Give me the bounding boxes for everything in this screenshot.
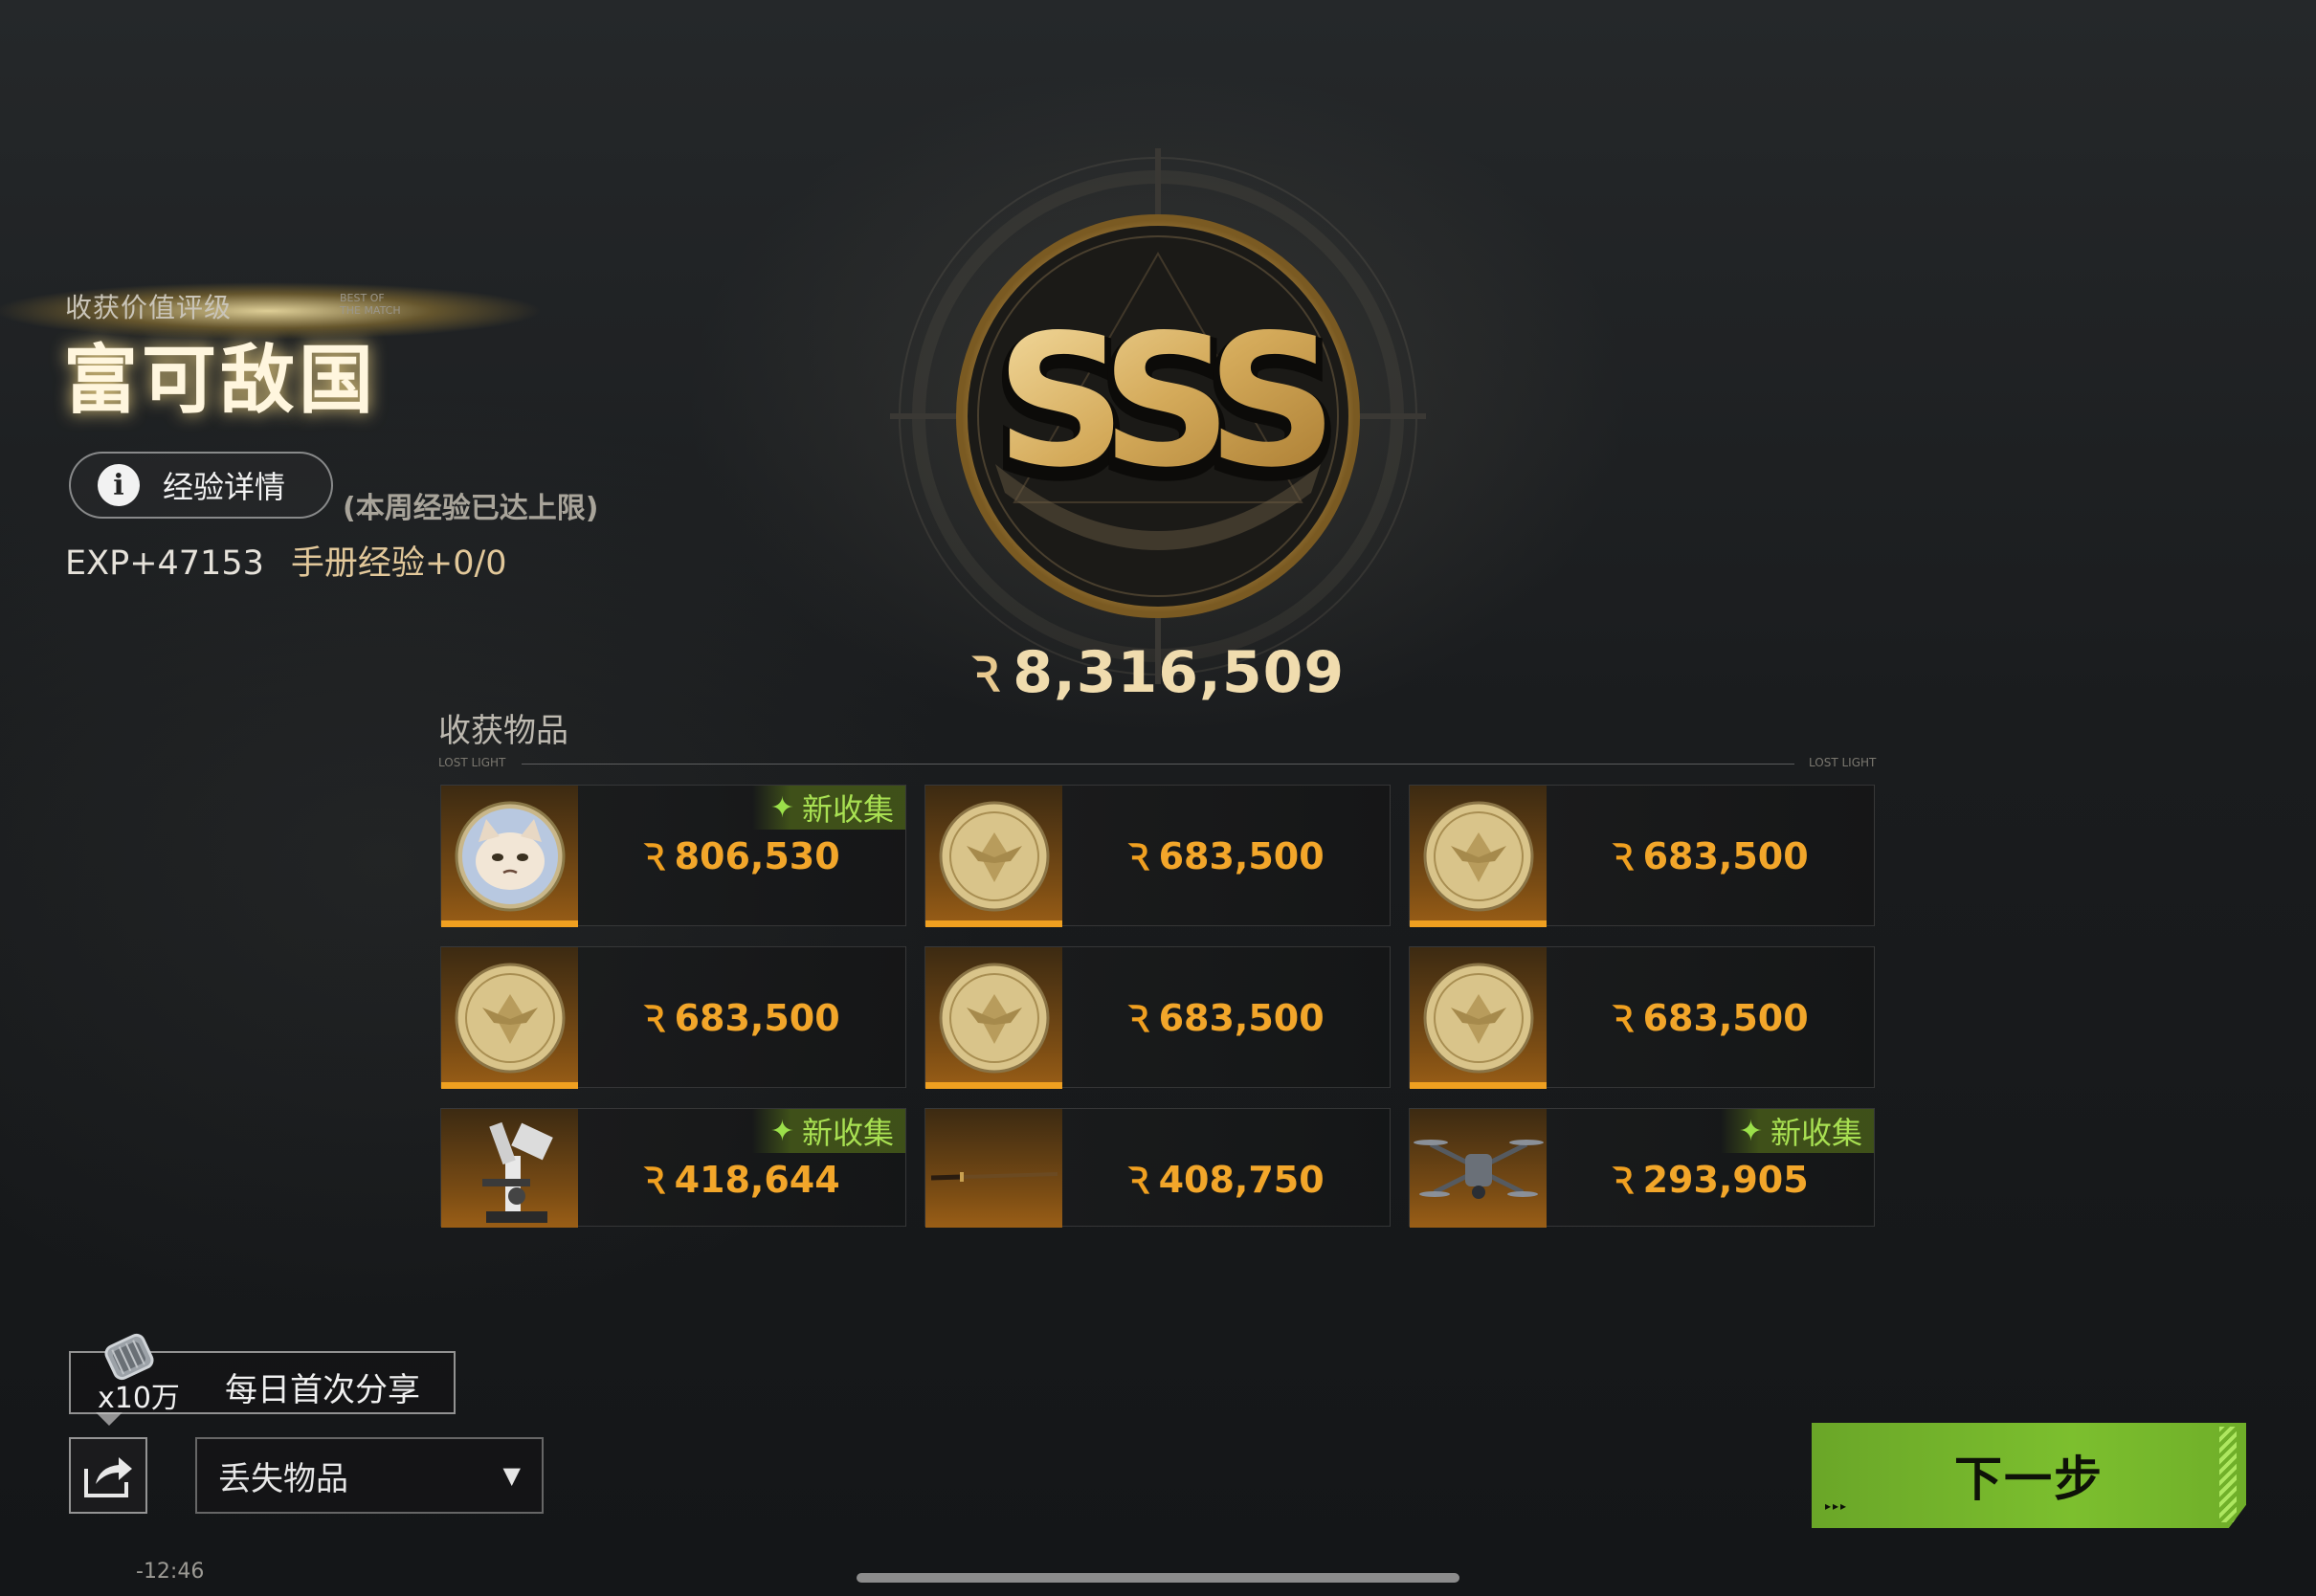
total-value: Ꝛ 8,316,509 bbox=[971, 639, 1344, 706]
sss-letters: SSS bbox=[995, 296, 1325, 507]
currency-icon: Ꝛ bbox=[643, 1160, 665, 1202]
exp-details-button[interactable]: i 经验详情 bbox=[69, 452, 333, 519]
currency-icon: Ꝛ bbox=[643, 836, 665, 878]
item-price: 408,750 bbox=[1158, 1159, 1325, 1201]
next-step-button[interactable]: 下一步 ▸▸▸ bbox=[1812, 1423, 2246, 1528]
gold-coin-icon bbox=[939, 801, 1049, 912]
item-price: 683,500 bbox=[1642, 835, 1809, 877]
sparkle-icon: ✦ bbox=[1738, 1114, 1763, 1148]
collected-tag-left: LOST LIGHT bbox=[438, 756, 506, 769]
new-collect-badge: ✦ 新收集 bbox=[752, 1109, 905, 1153]
new-collect-badge: ✦ 新收集 bbox=[1721, 1109, 1874, 1153]
exp-cap-note: (本周经验已达上限) bbox=[343, 492, 599, 525]
share-promo-text: 每日首次分享 bbox=[225, 1371, 420, 1409]
sparkle-icon: ✦ bbox=[769, 1114, 794, 1148]
gold-coin-icon bbox=[939, 963, 1049, 1074]
currency-icon: Ꝛ bbox=[1127, 1160, 1149, 1202]
gold-coin-icon bbox=[1423, 801, 1533, 912]
currency-icon: Ꝛ bbox=[1612, 1160, 1634, 1202]
sparkle-icon: ✦ bbox=[769, 790, 794, 825]
share-icon bbox=[84, 1457, 132, 1497]
currency-icon: Ꝛ bbox=[1612, 836, 1634, 878]
item-price: 683,500 bbox=[1158, 835, 1325, 877]
microscope-icon bbox=[481, 1121, 553, 1223]
caret-down-icon: ▼ bbox=[502, 1462, 521, 1489]
exp-summary: EXP+47153 手册经验+0/0 bbox=[65, 536, 507, 585]
currency-icon: Ꝛ bbox=[970, 647, 1000, 702]
arrows-icon: ▸▸▸ bbox=[1825, 1499, 1849, 1513]
collected-title: 收获物品 bbox=[438, 712, 568, 750]
cat-coin-icon bbox=[455, 801, 565, 912]
collected-tag-right: LOST LIGHT bbox=[1809, 756, 1877, 769]
total-value-amount: 8,316,509 bbox=[1013, 639, 1346, 706]
lost-items-label: 丢失物品 bbox=[218, 1459, 348, 1498]
share-button[interactable] bbox=[69, 1437, 147, 1514]
item-card[interactable]: Ꝛ 683,500 bbox=[924, 946, 1391, 1089]
item-card[interactable]: Ꝛ 683,500 bbox=[1409, 785, 1875, 927]
currency-icon: Ꝛ bbox=[643, 998, 665, 1040]
clock: -12:46 bbox=[136, 1560, 205, 1584]
item-price: 683,500 bbox=[1642, 997, 1809, 1039]
lost-items-dropdown[interactable]: 丢失物品 ▼ bbox=[195, 1437, 544, 1514]
handbook-exp: 手册经验+0/0 bbox=[290, 544, 507, 583]
gold-coin-icon bbox=[1423, 963, 1533, 1074]
stripes-decoration bbox=[2219, 1427, 2237, 1522]
item-card[interactable]: ✦ 新收集 Ꝛ 293,905 bbox=[1409, 1108, 1875, 1228]
item-card[interactable]: Ꝛ 408,750 bbox=[924, 1108, 1391, 1228]
home-indicator[interactable] bbox=[857, 1573, 1459, 1583]
currency-icon: Ꝛ bbox=[1127, 836, 1149, 878]
rating-subtag: BEST OF THE MATCH bbox=[340, 292, 401, 317]
rating-label: 收获价值评级 bbox=[65, 292, 233, 323]
rating-title: 富可敌国 bbox=[63, 338, 378, 424]
item-card[interactable]: Ꝛ 683,500 bbox=[1409, 946, 1875, 1089]
share-reward-multiplier: x10万 bbox=[98, 1382, 180, 1415]
item-price: 418,644 bbox=[674, 1159, 840, 1201]
item-card[interactable]: ✦ 新收集 Ꝛ 806,530 bbox=[440, 785, 906, 927]
info-icon: i bbox=[98, 464, 140, 506]
sword-icon bbox=[930, 1172, 1058, 1182]
item-price: 806,530 bbox=[674, 835, 840, 877]
item-price: 683,500 bbox=[1158, 997, 1325, 1039]
currency-icon: Ꝛ bbox=[1127, 998, 1149, 1040]
sss-emblem: SSS SSS bbox=[890, 148, 1426, 684]
divider bbox=[522, 764, 1794, 765]
drone-icon bbox=[1413, 1140, 1544, 1199]
exp-gain: EXP+47153 bbox=[65, 544, 264, 583]
item-card[interactable]: Ꝛ 683,500 bbox=[440, 946, 906, 1089]
gold-coin-icon bbox=[455, 963, 565, 1074]
item-card[interactable]: Ꝛ 683,500 bbox=[924, 785, 1391, 927]
new-collect-badge: ✦ 新收集 bbox=[752, 786, 905, 830]
item-price: 293,905 bbox=[1642, 1159, 1809, 1201]
item-card[interactable]: ✦ 新收集 Ꝛ 418,644 bbox=[440, 1108, 906, 1228]
next-step-label: 下一步 bbox=[1954, 1452, 2104, 1507]
currency-icon: Ꝛ bbox=[1612, 998, 1634, 1040]
exp-details-label: 经验详情 bbox=[163, 469, 286, 505]
item-price: 683,500 bbox=[674, 997, 840, 1039]
